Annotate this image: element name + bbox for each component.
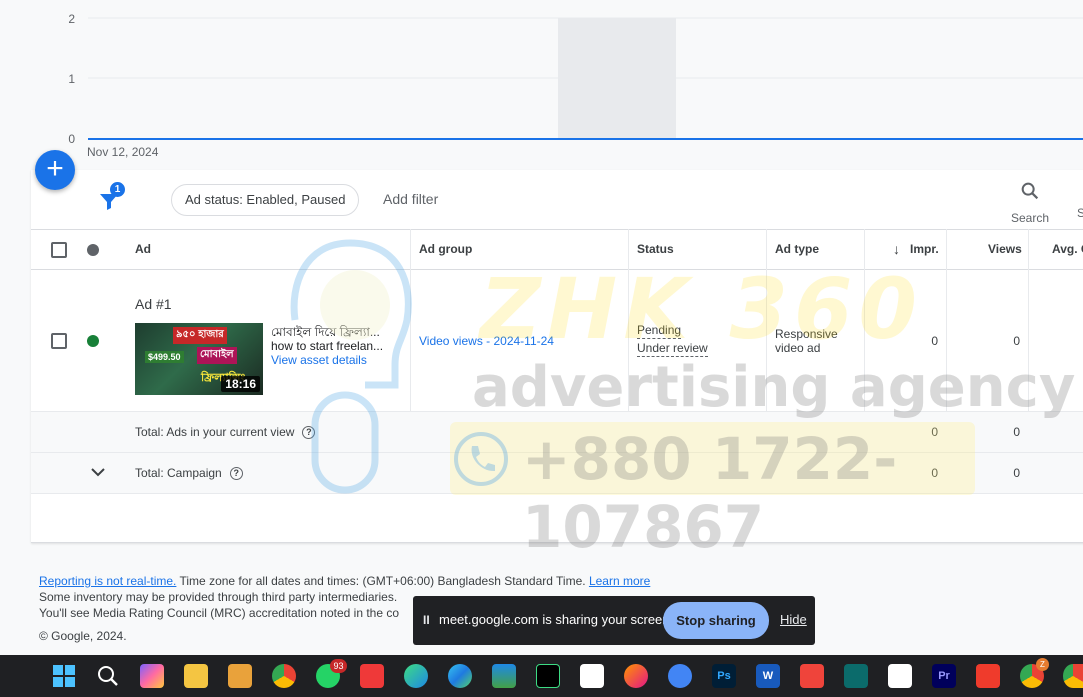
view-asset-details-link[interactable]: View asset details	[271, 353, 367, 367]
realtime-link[interactable]: Reporting is not real-time.	[39, 574, 176, 588]
help-icon[interactable]: ?	[229, 467, 243, 481]
x-tick-label: Nov 12, 2024	[87, 145, 159, 159]
total-current-view-label: Total: Ads in your current view?	[135, 425, 316, 440]
chrome-icon[interactable]	[272, 664, 296, 688]
y-tick-label: 2	[68, 12, 75, 26]
vivaldi-icon[interactable]	[360, 664, 384, 688]
total-view-views: 0	[1013, 425, 1020, 439]
snipping-tool-icon[interactable]	[228, 664, 252, 688]
video-thumbnail[interactable]: ৯৫০ হাজার $499.50 মোবাইল ফ্রিল্যান্সিং 1…	[135, 323, 263, 395]
capcut-icon-2[interactable]	[888, 664, 912, 688]
status-header-dot	[87, 244, 99, 256]
capcut-icon[interactable]	[580, 664, 604, 688]
table-toolbar: 1 Ad status: Enabled, Paused Add filter …	[31, 170, 1083, 229]
column-header-views[interactable]: Views	[988, 230, 1022, 269]
total-campaign-label: Total: Campaign?	[135, 466, 243, 481]
thumbnail-text: $499.50	[145, 351, 184, 363]
chrome-icon-2[interactable]	[1063, 664, 1083, 688]
file-explorer-icon[interactable]	[184, 664, 208, 688]
impr-value: 0	[931, 334, 938, 348]
sync-icon[interactable]	[668, 664, 692, 688]
word-icon[interactable]: W	[756, 664, 780, 688]
firefox-icon[interactable]	[624, 664, 648, 688]
y-tick-label: 1	[68, 72, 75, 86]
help-icon[interactable]: ?	[302, 426, 316, 440]
column-header-ad[interactable]: Ad	[135, 230, 151, 269]
share-message: meet.google.com is sharing your screen.	[439, 612, 674, 627]
enabled-status-dot	[87, 335, 99, 347]
anydesk-icon[interactable]	[800, 664, 824, 688]
chrome-profile-badge: Z	[1036, 658, 1049, 671]
total-current-view-text: Total: Ads in your current view	[135, 425, 295, 439]
hide-link[interactable]: Hide	[780, 612, 807, 627]
total-campaign-views: 0	[1013, 466, 1020, 480]
thumbnail-text: মোবাইল	[197, 347, 237, 364]
ads-table-card: 1 Ad status: Enabled, Paused Add filter …	[31, 170, 1083, 543]
screen-share-bar: II meet.google.com is sharing your scree…	[413, 596, 815, 645]
learn-more-link[interactable]: Learn more	[589, 574, 650, 588]
ad-type-line-2: video ad	[775, 341, 821, 355]
search-button[interactable]: Search	[1005, 180, 1055, 225]
row-checkbox[interactable]	[51, 333, 67, 349]
microsoft-store-icon[interactable]	[492, 664, 516, 688]
select-all-checkbox[interactable]	[51, 242, 67, 258]
taskbar-search-icon[interactable]	[96, 664, 120, 688]
performance-chart: 2 1 0	[68, 12, 1083, 146]
search-label: Search	[1010, 211, 1050, 225]
status-under-review[interactable]: Under review	[637, 341, 708, 357]
premiere-pro-icon[interactable]: Pr	[932, 664, 956, 688]
windows-start-icon[interactable]	[52, 664, 76, 688]
edge-dev-icon[interactable]	[404, 664, 428, 688]
segment-tool-label[interactable]: S	[1077, 206, 1083, 220]
total-current-view-row: Total: Ads in your current view? 0 0	[31, 412, 1083, 453]
thumbnail-text: ৯৫০ হাজার	[173, 327, 227, 344]
ad-name: Ad #1	[135, 296, 172, 312]
y-tick-label: 0	[68, 132, 75, 146]
total-campaign-row: Total: Campaign? 0 0	[31, 453, 1083, 494]
status-pending[interactable]: Pending	[637, 323, 682, 339]
timezone-text: Time zone for all dates and times: (GMT+…	[176, 574, 589, 588]
copyright: © Google, 2024.	[39, 629, 127, 643]
column-header-status[interactable]: Status	[637, 230, 674, 269]
ad-group-link[interactable]: Video views - 2024-11-24	[419, 334, 554, 348]
taskbar: 93 Ps W Pr Z	[0, 655, 1083, 697]
stop-sharing-button[interactable]: Stop sharing	[663, 602, 769, 639]
column-header-ad-group[interactable]: Ad group	[419, 230, 472, 269]
pause-icon: II	[423, 613, 430, 627]
footer-line-1: Reporting is not real-time. Time zone fo…	[39, 573, 650, 589]
add-filter-button[interactable]: Add filter	[383, 191, 438, 207]
ad-type-line-1: Responsive	[775, 327, 838, 341]
whatsapp-badge: 93	[330, 659, 347, 673]
wps-office-icon[interactable]	[976, 664, 1000, 688]
column-header-avg[interactable]: Avg. C	[1052, 230, 1083, 269]
ad-status-filter-chip[interactable]: Ad status: Enabled, Paused	[171, 184, 360, 216]
total-campaign-text: Total: Campaign	[135, 466, 222, 480]
ad-description: how to start freelan...	[271, 339, 384, 353]
views-value: 0	[1013, 334, 1020, 348]
total-view-impr: 0	[931, 425, 938, 439]
terminal-icon[interactable]	[844, 664, 868, 688]
copilot-icon[interactable]	[140, 664, 164, 688]
photoshop-icon[interactable]: Ps	[712, 664, 736, 688]
table-row: Ad #1 ৯৫০ হাজার $499.50 মোবাইল ফ্রিল্যান…	[31, 270, 1083, 412]
pycharm-icon[interactable]	[536, 664, 560, 688]
column-header-ad-type[interactable]: Ad type	[775, 230, 819, 269]
sort-arrow-icon: ↓	[893, 241, 900, 257]
create-button[interactable]: +	[35, 150, 75, 190]
column-header-impr[interactable]: Impr.	[910, 230, 939, 269]
search-icon	[1021, 182, 1039, 200]
edge-icon[interactable]	[448, 664, 472, 688]
total-campaign-impr: 0	[931, 466, 938, 480]
filter-count-badge: 1	[110, 182, 125, 197]
video-duration: 18:16	[221, 376, 260, 392]
table-header: Ad Ad group Status Ad type ↓ Impr. Views…	[31, 229, 1083, 270]
chevron-down-icon[interactable]	[89, 465, 107, 479]
